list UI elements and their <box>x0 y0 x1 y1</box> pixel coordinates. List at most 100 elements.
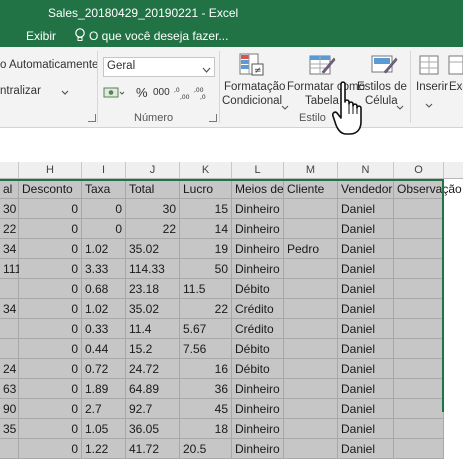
wrap-text-button[interactable]: o Automaticamente <box>0 59 98 71</box>
table-cell[interactable] <box>394 359 444 379</box>
table-cell[interactable]: Daniel <box>338 239 394 259</box>
table-cell[interactable] <box>394 199 444 219</box>
table-cell[interactable]: 22 <box>126 219 180 239</box>
table-cell[interactable]: Daniel <box>338 379 394 399</box>
tell-me-search[interactable]: O que você deseja fazer... <box>89 29 228 43</box>
table-cell[interactable]: 1.05 <box>82 419 126 439</box>
table-cell[interactable]: 0 <box>19 359 82 379</box>
column-header[interactable]: L <box>232 162 284 178</box>
table-cell[interactable]: 111 <box>0 259 21 279</box>
table-cell[interactable] <box>394 439 444 459</box>
table-cell[interactable]: 0 <box>19 299 82 319</box>
table-cell[interactable] <box>284 219 338 239</box>
merge-center-button[interactable]: ntralizar <box>0 85 41 97</box>
table-cell[interactable] <box>394 399 444 419</box>
table-cell[interactable] <box>0 439 19 459</box>
number-format-select[interactable]: Geral <box>103 57 215 77</box>
conditional-formatting-label-2[interactable]: Condicional <box>222 95 282 107</box>
table-cell[interactable]: 24.72 <box>126 359 180 379</box>
table-cell[interactable]: 18 <box>180 419 232 439</box>
table-cell[interactable]: Daniel <box>338 279 394 299</box>
table-cell[interactable]: 63 <box>0 379 19 399</box>
table-cell[interactable] <box>284 379 338 399</box>
table-cell[interactable]: Dinheiro <box>232 219 284 239</box>
table-cell[interactable] <box>0 339 19 359</box>
table-cell[interactable]: Daniel <box>338 439 394 459</box>
table-cell[interactable]: Daniel <box>338 419 394 439</box>
table-cell[interactable]: 0 <box>19 379 82 399</box>
table-cell[interactable] <box>284 359 338 379</box>
table-cell[interactable] <box>394 299 444 319</box>
table-cell[interactable]: 0 <box>82 219 126 239</box>
table-cell[interactable] <box>394 239 444 259</box>
table-cell[interactable]: 30 <box>0 199 19 219</box>
table-cell[interactable]: Crédito <box>232 319 284 339</box>
table-cell[interactable] <box>284 419 338 439</box>
table-cell[interactable]: Daniel <box>338 399 394 419</box>
conditional-formatting-label-1[interactable]: Formatação <box>224 81 285 93</box>
table-cell[interactable]: 90 <box>0 399 19 419</box>
table-header-cell[interactable]: Taxa <box>82 179 126 199</box>
table-cell[interactable] <box>0 319 19 339</box>
comma-style-button[interactable]: 000 <box>153 87 170 98</box>
table-cell[interactable]: 3.33 <box>82 259 126 279</box>
table-cell[interactable]: Dinheiro <box>232 439 284 459</box>
table-cell[interactable] <box>394 259 444 279</box>
table-cell[interactable]: 0.33 <box>82 319 126 339</box>
table-cell[interactable]: 5.67 <box>180 319 232 339</box>
table-cell[interactable]: 0 <box>19 339 82 359</box>
chevron-down-icon[interactable] <box>396 99 404 110</box>
table-cell[interactable]: 15.2 <box>126 339 180 359</box>
column-header[interactable]: O <box>394 162 444 178</box>
table-cell[interactable]: 45 <box>180 399 232 419</box>
tab-exibir[interactable]: Exibir <box>26 29 56 43</box>
table-cell[interactable]: Dinheiro <box>232 399 284 419</box>
table-cell[interactable]: 0.72 <box>82 359 126 379</box>
table-cell[interactable]: Débito <box>232 339 284 359</box>
table-cell[interactable]: Dinheiro <box>232 199 284 219</box>
column-header[interactable]: I <box>82 162 126 178</box>
table-cell[interactable] <box>0 279 19 299</box>
table-cell[interactable]: 92.7 <box>126 399 180 419</box>
table-cell[interactable]: 0 <box>19 439 82 459</box>
table-cell[interactable]: 1.22 <box>82 439 126 459</box>
table-cell[interactable] <box>394 319 444 339</box>
table-cell[interactable]: 50 <box>180 259 232 279</box>
decrease-decimal-icon[interactable]: ,00,0 <box>194 85 212 101</box>
table-cell[interactable]: 36 <box>180 379 232 399</box>
column-header[interactable]: N <box>338 162 394 178</box>
table-cell[interactable]: 35 <box>0 419 19 439</box>
table-cell[interactable] <box>284 399 338 419</box>
insert-button[interactable]: Inserir <box>416 81 448 93</box>
table-cell[interactable]: 36.05 <box>126 419 180 439</box>
table-cell[interactable]: 14 <box>180 219 232 239</box>
table-cell[interactable]: 0 <box>19 219 82 239</box>
table-header-cell[interactable]: Cliente <box>284 179 338 199</box>
chevron-down-icon[interactable] <box>281 99 289 110</box>
table-cell[interactable]: 0 <box>19 279 82 299</box>
table-cell[interactable]: Daniel <box>338 319 394 339</box>
table-header-cell[interactable]: Observação <box>394 179 462 199</box>
table-cell[interactable]: Crédito <box>232 299 284 319</box>
table-cell[interactable]: 0 <box>19 419 82 439</box>
column-header[interactable] <box>444 162 463 178</box>
table-cell[interactable]: 11.5 <box>180 279 232 299</box>
alignment-launcher-icon[interactable] <box>88 114 96 122</box>
table-cell[interactable]: 19 <box>180 239 232 259</box>
delete-button[interactable]: Exc <box>449 81 463 93</box>
table-cell[interactable]: 0 <box>19 199 82 219</box>
table-cell[interactable] <box>394 419 444 439</box>
increase-decimal-icon[interactable]: ,0,00 <box>174 85 192 101</box>
table-cell[interactable]: 35.02 <box>126 239 180 259</box>
table-header-cell[interactable]: Total <box>126 179 180 199</box>
table-cell[interactable]: 23.18 <box>126 279 180 299</box>
table-header-cell[interactable]: Lucro <box>180 179 232 199</box>
table-cell[interactable]: Daniel <box>338 259 394 279</box>
table-cell[interactable]: Daniel <box>338 339 394 359</box>
table-cell[interactable]: 16 <box>180 359 232 379</box>
column-header[interactable]: K <box>180 162 232 178</box>
table-cell[interactable] <box>284 199 338 219</box>
table-header-cell[interactable]: al <box>0 179 19 199</box>
table-cell[interactable] <box>394 339 444 359</box>
table-cell[interactable] <box>394 279 444 299</box>
